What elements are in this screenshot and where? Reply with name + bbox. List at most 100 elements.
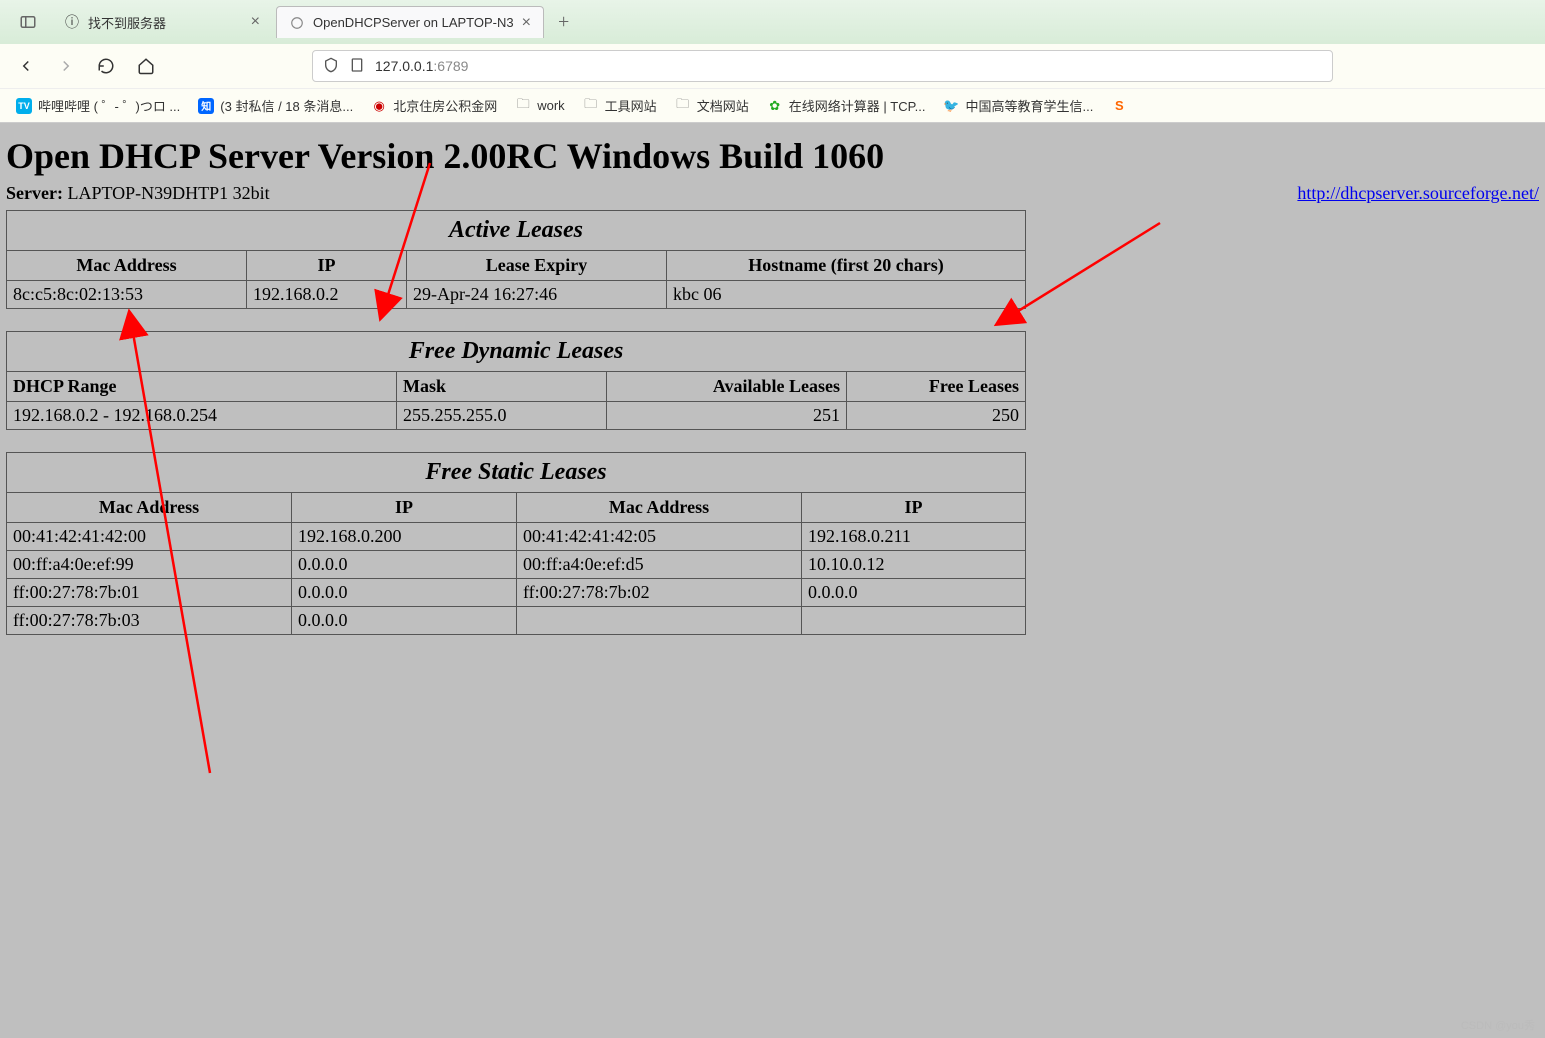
tab-title: 找不到服务器 [88,13,243,32]
cell-mac: 00:ff:a4:0e:ef:99 [7,551,292,579]
cell-ip: 192.168.0.211 [802,523,1026,551]
cell-mac: 8c:c5:8c:02:13:53 [7,281,247,309]
cell-ip: 192.168.0.200 [292,523,517,551]
table-row: 00:ff:a4:0e:ef:99 0.0.0.0 00:ff:a4:0e:ef… [7,551,1026,579]
cell-mac: 00:ff:a4:0e:ef:d5 [517,551,802,579]
table-row: ff:00:27:78:7b:03 0.0.0.0 [7,607,1026,635]
col-header: Available Leases [607,372,847,402]
page-title: Open DHCP Server Version 2.00RC Windows … [6,135,1539,177]
cell-ip: 192.168.0.2 [247,281,407,309]
col-header: IP [247,251,407,281]
col-header: Mask [397,372,607,402]
page-icon [289,15,305,31]
bookmark-item[interactable]: ✿ 在线网络计算器 | TCP... [761,92,932,119]
site-icon: ◉ [371,98,387,114]
col-header: Hostname (first 20 chars) [667,251,1026,281]
site-icon: 🐦 [943,98,959,114]
zhihu-icon: 知 [198,98,214,114]
bookmark-label: 工具网站 [605,96,657,115]
bookmark-item[interactable]: TV 哔哩哔哩 ( ゜- ゜)つロ ... [10,92,186,119]
free-dynamic-table: Free Dynamic Leases DHCP Range Mask Avai… [6,331,1026,430]
cell-ip: 0.0.0.0 [292,551,517,579]
bookmark-item[interactable]: 知 (3 封私信 / 18 条消息... [192,92,359,119]
col-header: Mac Address [517,493,802,523]
bookmark-label: 中国高等教育学生信... [965,96,1093,115]
server-name: LAPTOP-N39DHTP1 32bit [67,183,269,203]
bookmark-label: work [537,98,564,113]
bookmark-label: (3 封私信 / 18 条消息... [220,96,353,115]
forward-button[interactable] [52,52,80,80]
home-button[interactable] [132,52,160,80]
bookmark-label: 在线网络计算器 | TCP... [789,96,926,115]
reload-button[interactable] [92,52,120,80]
browser-chrome: ⓘ 找不到服务器 × OpenDHCPServer on LAPTOP-N3 ×… [0,0,1545,123]
project-link[interactable]: http://dhcpserver.sourceforge.net/ [1297,183,1539,204]
site-icon: S [1111,98,1127,114]
tab-bar: ⓘ 找不到服务器 × OpenDHCPServer on LAPTOP-N3 ×… [0,0,1545,44]
cell-mac: ff:00:27:78:7b:02 [517,579,802,607]
col-header: Free Leases [847,372,1026,402]
col-header: IP [292,493,517,523]
folder-icon: 🗀 [675,98,691,114]
watermark: CSDN @you秀 [1461,1017,1535,1033]
info-icon: ⓘ [64,14,80,30]
bookmark-item[interactable]: ◉ 北京住房公积金网 [365,92,503,119]
nav-bar: 127.0.0.1:6789 [0,44,1545,88]
col-header: Lease Expiry [407,251,667,281]
active-leases-table: Active Leases Mac Address IP Lease Expir… [6,210,1026,309]
url-bar[interactable]: 127.0.0.1:6789 [312,50,1333,82]
table-row: ff:00:27:78:7b:01 0.0.0.0 ff:00:27:78:7b… [7,579,1026,607]
bookmark-label: 文档网站 [697,96,749,115]
cell-expiry: 29-Apr-24 16:27:46 [407,281,667,309]
free-static-table: Free Static Leases Mac Address IP Mac Ad… [6,452,1026,635]
server-line: Server: LAPTOP-N39DHTP1 32bit http://dhc… [6,183,1539,204]
cell-mask: 255.255.255.0 [397,402,607,430]
cell-mac: 00:41:42:41:42:00 [7,523,292,551]
table-title: Free Dynamic Leases [7,332,1026,372]
server-label: Server: [6,183,63,203]
url-text: 127.0.0.1:6789 [375,58,468,74]
shield-icon [323,57,339,76]
cell-mac: 00:41:42:41:42:05 [517,523,802,551]
bookmark-folder[interactable]: 🗀 文档网站 [669,92,755,119]
document-icon [349,57,365,76]
col-header: Mac Address [7,251,247,281]
cell-mac: ff:00:27:78:7b:03 [7,607,292,635]
cell-mac: ff:00:27:78:7b:01 [7,579,292,607]
bookmark-folder[interactable]: 🗀 工具网站 [577,92,663,119]
cell-hostname: kbc 06 [667,281,1026,309]
col-header: Mac Address [7,493,292,523]
cell-ip [802,607,1026,635]
bookmark-label: 北京住房公积金网 [393,96,497,115]
cell-ip: 0.0.0.0 [292,607,517,635]
site-icon: ✿ [767,98,783,114]
bookmark-item[interactable]: 🐦 中国高等教育学生信... [937,92,1099,119]
page-content: Open DHCP Server Version 2.00RC Windows … [0,123,1545,1038]
table-title: Active Leases [7,211,1026,251]
bookmark-folder[interactable]: 🗀 work [509,94,570,118]
tab-active[interactable]: OpenDHCPServer on LAPTOP-N3 × [276,6,544,38]
cell-ip: 10.10.0.12 [802,551,1026,579]
table-title: Free Static Leases [7,453,1026,493]
bookmarks-bar: TV 哔哩哔哩 ( ゜- ゜)つロ ... 知 (3 封私信 / 18 条消息.… [0,88,1545,122]
cell-mac [517,607,802,635]
close-icon[interactable]: × [251,13,260,31]
sidebar-toggle-icon[interactable] [8,13,48,31]
table-row: 192.168.0.2 - 192.168.0.254 255.255.255.… [7,402,1026,430]
cell-available: 251 [607,402,847,430]
bookmark-item[interactable]: S [1105,94,1133,118]
folder-icon: 🗀 [583,98,599,114]
cell-ip: 0.0.0.0 [292,579,517,607]
folder-icon: 🗀 [515,98,531,114]
bilibili-icon: TV [16,98,32,114]
cell-free: 250 [847,402,1026,430]
bookmark-label: 哔哩哔哩 ( ゜- ゜)つロ ... [38,96,180,115]
new-tab-button[interactable]: + [548,11,579,34]
tab-inactive[interactable]: ⓘ 找不到服务器 × [52,6,272,38]
back-button[interactable] [12,52,40,80]
col-header: DHCP Range [7,372,397,402]
tab-title: OpenDHCPServer on LAPTOP-N3 [313,15,514,30]
cell-range: 192.168.0.2 - 192.168.0.254 [7,402,397,430]
close-icon[interactable]: × [522,14,531,32]
col-header: IP [802,493,1026,523]
